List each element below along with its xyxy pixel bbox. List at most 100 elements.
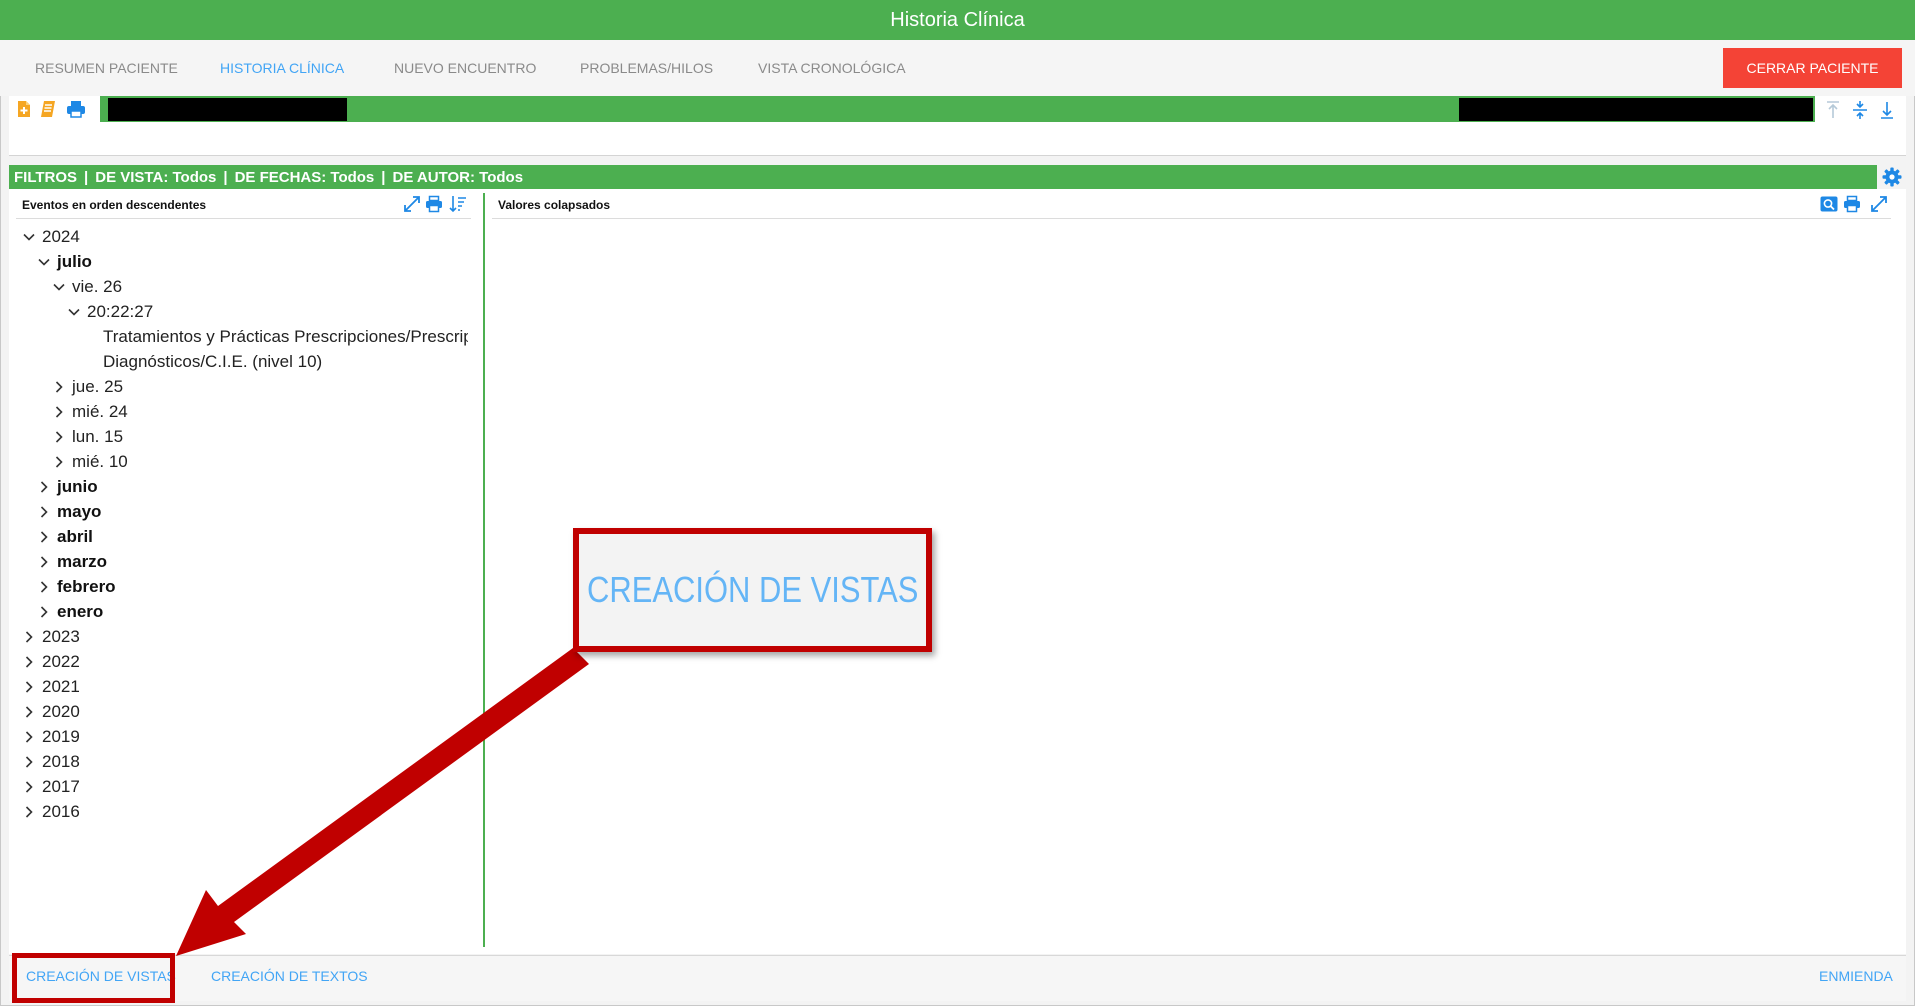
- tree-node-label: junio: [57, 476, 98, 496]
- tree-node-label: 20:22:27: [87, 301, 154, 321]
- tree-node-year[interactable]: 2020: [22, 699, 80, 724]
- tree-node-label: Tratamientos y Prácticas Prescripciones/…: [103, 326, 468, 346]
- tree-node-label: 2017: [42, 776, 80, 796]
- chevron-right-icon[interactable]: [37, 480, 51, 494]
- tree-node-month[interactable]: enero: [37, 599, 103, 624]
- add-document-icon[interactable]: [15, 100, 33, 118]
- tree-node-year[interactable]: 2022: [22, 649, 80, 674]
- tree-node-time[interactable]: 20:22:27: [67, 299, 153, 324]
- tree-node-label: 2019: [42, 726, 80, 746]
- tree-node-year[interactable]: 2024: [22, 224, 80, 249]
- filters-bar[interactable]: FILTROS | DE VISTA: Todos | DE FECHAS: T…: [9, 165, 1877, 189]
- chevron-right-icon[interactable]: [52, 405, 66, 419]
- tree-node-label: 2022: [42, 651, 80, 671]
- chevron-right-icon[interactable]: [37, 505, 51, 519]
- tree-node-year[interactable]: 2023: [22, 624, 80, 649]
- tab-vista-cronologica[interactable]: VISTA CRONOLÓGICA: [758, 60, 906, 76]
- tree-node-month[interactable]: febrero: [37, 574, 116, 599]
- tree-node-label: 2023: [42, 626, 80, 646]
- tree-node-year[interactable]: 2021: [22, 674, 80, 699]
- tree-node-label: marzo: [57, 551, 108, 571]
- chevron-right-icon[interactable]: [22, 805, 36, 819]
- tree-node-year[interactable]: 2016: [22, 799, 80, 822]
- tree-node-year[interactable]: 2018: [22, 749, 80, 774]
- filters-separator: |: [84, 168, 89, 186]
- chevron-down-icon[interactable]: [37, 255, 51, 269]
- tree-node-label: Diagnósticos/C.I.E. (nivel 10): [103, 351, 323, 371]
- tree-node-label: 2024: [42, 226, 80, 246]
- chevron-right-icon[interactable]: [22, 780, 36, 794]
- tab-nuevo-encuentro[interactable]: NUEVO ENCUENTRO: [394, 60, 536, 76]
- filter-view[interactable]: DE VISTA: Todos: [95, 169, 216, 186]
- tree-node-month[interactable]: marzo: [37, 549, 107, 574]
- tree-node-label: 2020: [42, 701, 80, 721]
- chevron-right-icon[interactable]: [37, 530, 51, 544]
- tab-historia-clinica[interactable]: HISTORIA CLÍNICA: [220, 60, 344, 76]
- printer-icon[interactable]: [66, 100, 85, 118]
- chevron-right-icon[interactable]: [52, 430, 66, 444]
- left-panel-divider: [16, 218, 471, 219]
- tree-node-month[interactable]: mayo: [37, 499, 101, 524]
- tree-node-day[interactable]: mié. 10: [52, 449, 128, 474]
- tree-node-year[interactable]: 2017: [22, 774, 80, 799]
- chevron-right-icon[interactable]: [52, 455, 66, 469]
- tree-leaf-event[interactable]: Diagnósticos/C.I.E. (nivel 10): [103, 349, 322, 374]
- tree-node-month[interactable]: julio: [37, 249, 92, 274]
- chevron-right-icon[interactable]: [37, 555, 51, 569]
- nav-bar: RESUMEN PACIENTE HISTORIA CLÍNICA NUEVO …: [0, 40, 1915, 96]
- gear-icon[interactable]: [1881, 166, 1903, 188]
- filters-separator: |: [381, 168, 386, 186]
- tree-node-label: mayo: [57, 501, 102, 521]
- split-icon[interactable]: [1851, 100, 1869, 120]
- filters-separator: |: [223, 168, 228, 186]
- sort-descending-icon[interactable]: [449, 195, 467, 213]
- tree-node-label: mié. 24: [72, 401, 128, 421]
- tree-node-year[interactable]: 2019: [22, 724, 80, 749]
- tree-leaf-event[interactable]: Tratamientos y Prácticas Prescripciones/…: [103, 324, 468, 349]
- tab-resumen-paciente[interactable]: RESUMEN PACIENTE: [35, 60, 178, 76]
- tree-node-day[interactable]: lun. 15: [52, 424, 123, 449]
- chevron-right-icon[interactable]: [22, 730, 36, 744]
- tree-node-month[interactable]: junio: [37, 474, 98, 499]
- expand-icon[interactable]: [1870, 195, 1888, 213]
- chevron-down-icon[interactable]: [67, 305, 81, 319]
- tree-node-label: 2018: [42, 751, 80, 771]
- tree-node-day[interactable]: vie. 26: [52, 274, 122, 299]
- chevron-right-icon[interactable]: [37, 580, 51, 594]
- chevron-right-icon[interactable]: [22, 655, 36, 669]
- tree-node-day[interactable]: jue. 25: [52, 374, 123, 399]
- collapse-up-icon[interactable]: [1824, 100, 1842, 120]
- tab-problemas-hilos[interactable]: PROBLEMAS/HILOS: [580, 60, 713, 76]
- annotation-callout: CREACIÓN DE VISTAS: [573, 528, 932, 652]
- tree-node-label: 2021: [42, 676, 80, 696]
- create-texts-link[interactable]: CREACIÓN DE TEXTOS: [211, 968, 368, 984]
- events-tree: 2024 julio vie. 26 20:22:27 Tratamientos…: [10, 222, 468, 822]
- window-title: Historia Clínica: [0, 0, 1915, 40]
- filter-date[interactable]: DE FECHAS: Todos: [235, 169, 375, 186]
- tree-node-label: febrero: [57, 576, 116, 596]
- redacted-patient-name: [108, 98, 347, 121]
- chevron-right-icon[interactable]: [22, 680, 36, 694]
- right-panel-divider: [492, 218, 1891, 219]
- printer-icon[interactable]: [1843, 195, 1861, 213]
- tree-node-day[interactable]: mié. 24: [52, 399, 128, 424]
- panel-splitter[interactable]: [483, 193, 485, 947]
- amend-link[interactable]: ENMIENDA: [1819, 968, 1893, 984]
- chevron-down-icon[interactable]: [22, 230, 36, 244]
- printer-icon[interactable]: [425, 195, 443, 213]
- filter-author[interactable]: DE AUTOR: Todos: [392, 169, 523, 186]
- chevron-right-icon[interactable]: [22, 705, 36, 719]
- chevron-right-icon[interactable]: [52, 380, 66, 394]
- chevron-down-icon[interactable]: [52, 280, 66, 294]
- tree-node-month[interactable]: abril: [37, 524, 93, 549]
- search-icon[interactable]: [1820, 195, 1838, 213]
- chevron-right-icon[interactable]: [22, 755, 36, 769]
- notes-icon[interactable]: [39, 100, 57, 118]
- highlight-box: [12, 953, 175, 1003]
- chevron-right-icon[interactable]: [22, 630, 36, 644]
- chevron-right-icon[interactable]: [37, 605, 51, 619]
- expand-icon[interactable]: [403, 195, 421, 213]
- close-patient-button[interactable]: CERRAR PACIENTE: [1723, 48, 1902, 88]
- download-icon[interactable]: [1878, 100, 1896, 120]
- tree-node-label: abril: [57, 526, 93, 546]
